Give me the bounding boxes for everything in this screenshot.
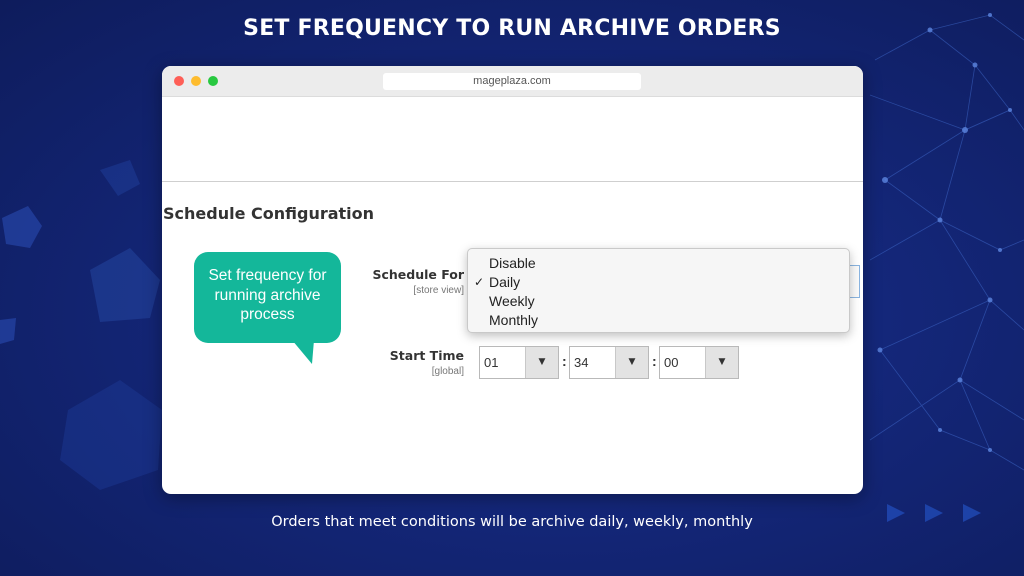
start-second-value: 00: [664, 355, 679, 370]
chevron-down-icon[interactable]: ▼: [525, 347, 558, 378]
start-hour-select[interactable]: 01 ▼: [479, 346, 559, 379]
address-bar[interactable]: mageplaza.com: [383, 73, 641, 90]
maximize-window-dot[interactable]: [208, 76, 218, 86]
start-second-select[interactable]: 00 ▼: [659, 346, 739, 379]
minimize-window-dot[interactable]: [191, 76, 201, 86]
callout-text: Set frequency for running archive proces…: [208, 267, 327, 323]
start-minute-select[interactable]: 34 ▼: [569, 346, 649, 379]
start-time-scope: [global]: [431, 366, 464, 377]
callout-bubble: Set frequency for running archive proces…: [194, 252, 341, 343]
time-separator: :: [652, 353, 657, 369]
start-minute-value: 34: [574, 355, 589, 370]
dropdown-option-daily[interactable]: Daily: [489, 274, 520, 290]
close-window-dot[interactable]: [174, 76, 184, 86]
section-divider: [162, 181, 863, 182]
dropdown-option-disable[interactable]: Disable: [489, 255, 536, 271]
checkmark-icon: ✓: [474, 275, 485, 289]
schedule-for-dropdown[interactable]: Disable ✓ Daily Weekly Monthly: [467, 248, 850, 333]
chevron-down-icon[interactable]: ▼: [615, 347, 648, 378]
dropdown-option-monthly[interactable]: Monthly: [489, 312, 538, 328]
chevron-down-icon[interactable]: ▼: [705, 347, 738, 378]
callout-tail-icon: [292, 340, 314, 364]
time-separator: :: [562, 353, 567, 369]
browser-window: mageplaza.com Schedule Configuration Set…: [162, 66, 863, 494]
section-title: Schedule Configuration: [163, 204, 375, 223]
slide-caption: Orders that meet conditions will be arch…: [271, 514, 753, 530]
start-time-label: Start Time: [389, 348, 464, 363]
browser-titlebar: mageplaza.com: [162, 66, 863, 97]
schedule-for-scope: [store view]: [413, 285, 464, 296]
dropdown-option-weekly[interactable]: Weekly: [489, 293, 535, 309]
slide-title: SET FREQUENCY TO RUN ARCHIVE ORDERS: [243, 16, 781, 41]
start-hour-value: 01: [484, 355, 499, 370]
schedule-for-label: Schedule For: [372, 267, 464, 282]
